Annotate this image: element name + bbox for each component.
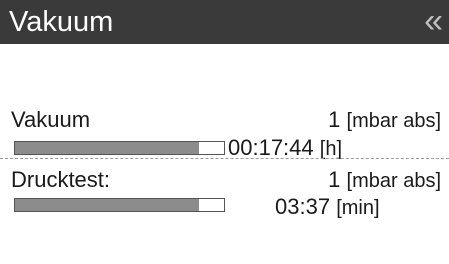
- vacuum-time: 00:17:44: [228, 135, 314, 160]
- header-bar: Vakuum «: [0, 0, 449, 44]
- section-divider: [0, 158, 449, 159]
- vacuum-label: Vakuum: [11, 107, 91, 132]
- pressure-test-time: 03:37: [275, 194, 331, 219]
- pressure-test-progress-bar: [14, 198, 225, 212]
- vacuum-progress-bar: [14, 141, 225, 155]
- pressure-test-label: Drucktest:: [11, 167, 111, 192]
- page-title: Vakuum: [9, 6, 114, 38]
- vacuum-progress-fill: [15, 142, 199, 154]
- pressure-test-progress-fill: [15, 199, 199, 211]
- pressure-test-value-group: 1 [mbar abs]: [328, 168, 441, 193]
- pressure-test-time-unit: [min]: [336, 197, 380, 219]
- vacuum-value-group: 1 [mbar abs]: [328, 108, 441, 133]
- pressure-test-unit: [mbar abs]: [346, 170, 441, 192]
- pressure-test-value: 1: [328, 167, 341, 192]
- vacuum-unit: [mbar abs]: [346, 110, 441, 132]
- vacuum-value: 1: [328, 107, 341, 132]
- double-chevron-left-icon[interactable]: «: [424, 4, 443, 38]
- vacuum-time-unit: [h]: [319, 138, 343, 160]
- pressure-test-time-group: 03:37 [min]: [275, 195, 380, 220]
